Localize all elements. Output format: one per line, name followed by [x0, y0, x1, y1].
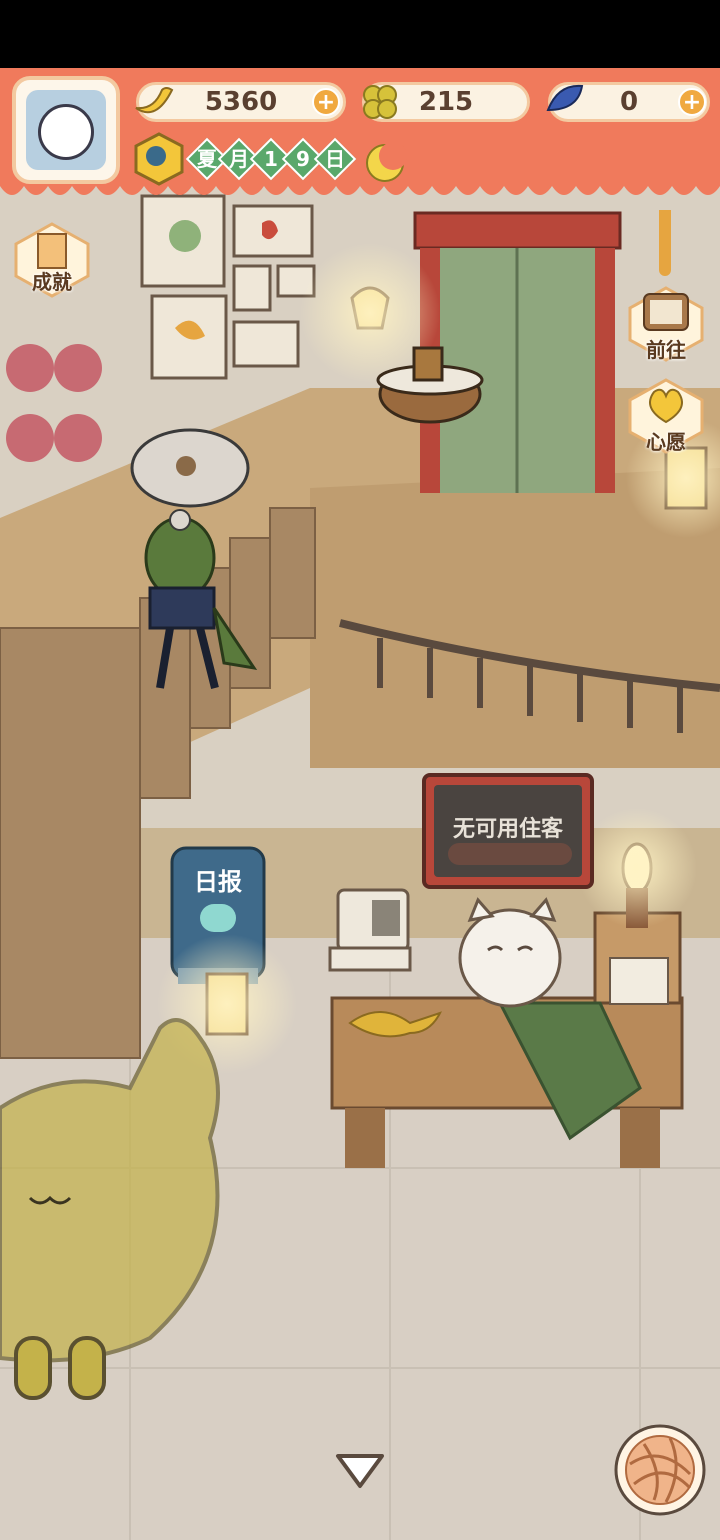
yarn-ball-button[interactable]: [614, 1424, 706, 1516]
add-banana-button[interactable]: +: [312, 88, 340, 116]
add-fish-button[interactable]: +: [678, 88, 706, 116]
banana-icon: [130, 80, 174, 120]
newspaper-label: 日报: [194, 868, 242, 896]
no-guests-text: 无可用住客: [452, 817, 563, 842]
goto-label: 前往: [646, 338, 686, 362]
player-avatar[interactable]: [12, 76, 120, 184]
clover-count: 215: [418, 87, 474, 117]
front-desk-sign[interactable]: 无可用住客: [422, 773, 594, 889]
yarn-ball-icon: [614, 1424, 706, 1516]
sign-bar: [448, 843, 572, 865]
cat-avatar-icon: [38, 104, 94, 160]
clock-icon[interactable]: [132, 132, 186, 186]
status-bar: [0, 0, 720, 68]
top-hud: 5360 + 215 0 + 夏 月 1 9 日: [0, 68, 720, 218]
chevron-down-icon: [336, 1454, 384, 1488]
wish-button[interactable]: 心愿: [626, 376, 706, 456]
lobby-background: [0, 68, 720, 1540]
hotel-lobby-scene: 无可用住客 日报: [0, 68, 720, 1540]
cat-face-icon: [200, 904, 236, 932]
daily-newspaper-stand[interactable]: 日报: [172, 848, 264, 978]
hanging-rope-icon[interactable]: [648, 204, 682, 276]
achievements-label: 成就: [32, 270, 72, 294]
date-char-5: 日: [325, 147, 345, 171]
collapse-arrow-button[interactable]: [334, 1450, 386, 1492]
fish-count: 0: [619, 87, 639, 117]
moon-icon: [362, 138, 408, 184]
clover-icon: [358, 80, 402, 124]
goto-button[interactable]: 前往: [626, 284, 706, 364]
achievements-button[interactable]: 成就: [12, 220, 92, 300]
banana-count: 5360: [204, 87, 278, 117]
wish-label: 心愿: [646, 430, 686, 454]
blue-fish-icon: [542, 80, 588, 120]
